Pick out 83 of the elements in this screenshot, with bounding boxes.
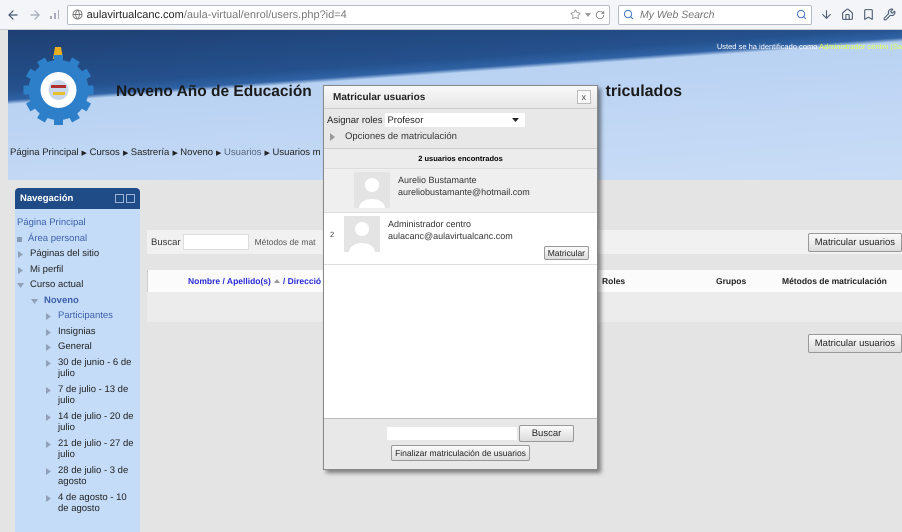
sort-caret-icon[interactable]: [274, 279, 280, 283]
search-label: Buscar: [151, 236, 181, 248]
nav-item[interactable]: Noveno: [44, 294, 79, 306]
nav-item[interactable]: 28 de julio - 3 de agosto: [58, 464, 138, 488]
nav-item[interactable]: 21 de julio - 27 de julio: [58, 438, 138, 460]
page-title: triculados: [606, 83, 682, 101]
nav-item[interactable]: Área personal: [28, 232, 88, 244]
web-search-input[interactable]: My Web Search: [638, 8, 792, 22]
collapsed-triangle-icon[interactable]: [330, 132, 335, 140]
nav-item[interactable]: 4 de agosto - 10 de agosto: [58, 492, 138, 514]
collapsed-triangle-icon[interactable]: [45, 360, 52, 366]
expanded-triangle-icon[interactable]: [31, 298, 38, 304]
nav-item[interactable]: Página Principal: [17, 217, 86, 228]
column-header: Métodos de matriculación: [782, 276, 888, 286]
download-icon[interactable]: [820, 8, 833, 21]
expanded-triangle-icon[interactable]: [17, 282, 24, 289]
breadcrumb-item[interactable]: Página Principal: [10, 147, 79, 158]
square-bullet-icon: [17, 236, 22, 242]
finish-enrolment-button[interactable]: Finalizar matriculación de usuarios: [391, 445, 530, 461]
collapsed-triangle-icon[interactable]: [45, 313, 52, 320]
nav-item[interactable]: Páginas del sitio: [30, 248, 100, 260]
nav-item[interactable]: 14 de julio - 20 de julio: [58, 410, 138, 434]
enrol-users-button[interactable]: Matricular usuarios: [808, 232, 902, 252]
column-header: Grupos: [716, 276, 748, 286]
user-email: aureliobustamante@hotmail.com: [398, 186, 530, 198]
user-row[interactable]: Aurelio Bustamante aureliobustamante@hotmail.com: [324, 169, 597, 213]
breadcrumb-item[interactable]: Noveno: [180, 147, 214, 158]
dock-block-icon[interactable]: [126, 194, 135, 203]
methods-label: Métodos de mat: [254, 237, 316, 247]
search-icon[interactable]: [796, 9, 807, 20]
collapse-block-icon[interactable]: [115, 194, 124, 203]
nav-item[interactable]: 30 de junio - 6 de julio: [58, 356, 138, 380]
user-name: Administrador centro: [388, 218, 472, 230]
reload-icon[interactable]: [595, 10, 605, 20]
collapsed-triangle-icon[interactable]: [45, 494, 52, 502]
close-button[interactable]: x: [576, 90, 591, 104]
user-avatar-icon: [344, 216, 380, 252]
nav-item[interactable]: 7 de julio - 13 de julio: [58, 384, 138, 406]
search-field[interactable]: [182, 234, 249, 250]
collapsed-triangle-icon[interactable]: [45, 440, 52, 448]
assign-roles-label: Asignar roles: [327, 114, 382, 126]
forward-icon[interactable]: [28, 8, 42, 22]
back-icon[interactable]: [6, 8, 20, 22]
nav-item[interactable]: Curso actual: [30, 279, 84, 290]
breadcrumb-item[interactable]: Cursos: [90, 147, 120, 158]
home-icon[interactable]: [841, 8, 854, 21]
collapsed-triangle-icon[interactable]: [17, 251, 24, 258]
wrench-icon[interactable]: [883, 8, 896, 21]
role-select[interactable]: Profesor: [385, 113, 526, 127]
enrol-button[interactable]: Matricular: [544, 246, 589, 260]
breadcrumb-item[interactable]: Sastrería: [130, 147, 170, 158]
search-engine-icon[interactable]: [623, 9, 634, 20]
user-email: aulacanc@aulavirtualcanc.com: [388, 230, 513, 242]
collapsed-triangle-icon[interactable]: [17, 266, 24, 274]
globe-icon: [72, 9, 83, 20]
url-text: aulavirtualcanc.com/aula-virtual/enrol/users.php?id=4: [86, 8, 348, 20]
breadcrumb-link[interactable]: Usuarios: [224, 147, 262, 158]
signal-bars-icon: [50, 10, 59, 19]
navigation-title: Navegación: [20, 193, 74, 204]
dialog-title: Matricular usuarios: [333, 92, 426, 102]
star-icon[interactable]: [570, 9, 581, 20]
nav-item[interactable]: Insignias: [58, 326, 96, 337]
collapsed-triangle-icon[interactable]: [45, 468, 52, 474]
bookmark-icon[interactable]: [862, 8, 875, 21]
search-button[interactable]: Buscar: [518, 425, 574, 442]
web-search-field[interactable]: My Web Search: [618, 4, 812, 24]
dropdown-arrow-icon[interactable]: [512, 118, 520, 122]
user-name: Aurelio Bustamante: [398, 174, 478, 186]
nav-item[interactable]: Participantes: [58, 310, 113, 322]
email-column-header[interactable]: / Direcció: [282, 276, 322, 286]
breadcrumb-item[interactable]: Usuarios m: [272, 147, 321, 158]
collapsed-triangle-icon[interactable]: [45, 344, 52, 351]
collapsed-triangle-icon[interactable]: [45, 414, 52, 420]
nav-item[interactable]: Mi perfil: [30, 264, 64, 275]
collapsed-triangle-icon[interactable]: [45, 328, 52, 336]
name-column-header[interactable]: Nombre / Apellido(s): [188, 276, 271, 286]
enrol-options-toggle[interactable]: Opciones de matriculación: [345, 131, 457, 142]
collapsed-triangle-icon[interactable]: [45, 386, 52, 394]
enrol-users-button[interactable]: Matricular usuarios: [808, 334, 902, 353]
column-header: Roles: [602, 276, 626, 286]
nav-item[interactable]: General: [58, 341, 92, 352]
user-avatar-icon: [354, 172, 390, 208]
address-bar[interactable]: aulavirtualcanc.com/aula-virtual/enrol/users.php?id=4: [66, 4, 610, 24]
